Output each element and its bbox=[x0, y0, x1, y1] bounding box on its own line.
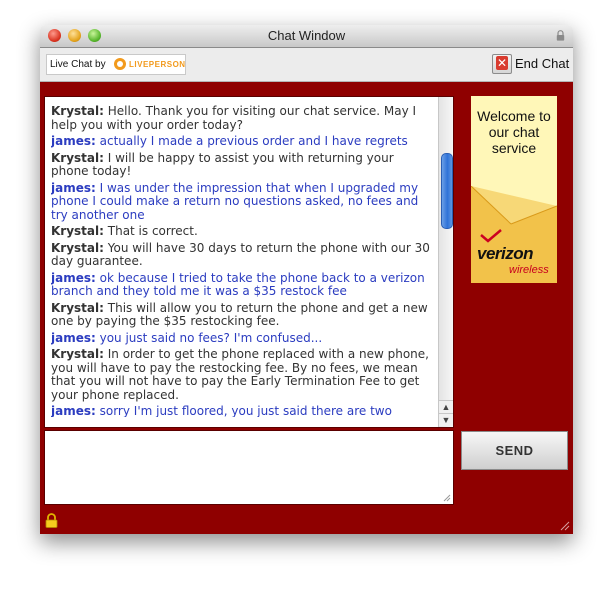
message-speaker: Krystal: bbox=[51, 347, 104, 361]
chat-message: james: sorry I'm just floored, you just … bbox=[51, 404, 435, 417]
chat-message: james: ok because I tried to take the ph… bbox=[51, 270, 435, 299]
chat-message: Krystal: I will be happy to assist you w… bbox=[51, 150, 435, 179]
chat-message: james: actually I made a previous order … bbox=[51, 134, 435, 149]
titlebar-lock-icon bbox=[556, 30, 565, 41]
chat-message: Krystal: That is correct. bbox=[51, 224, 435, 239]
scroll-down-arrow-icon[interactable]: ▼ bbox=[439, 413, 453, 426]
message-speaker: Krystal: bbox=[51, 105, 104, 118]
chat-message: Krystal: In order to get the phone repla… bbox=[51, 347, 435, 402]
message-text: sorry I'm just floored, you just said th… bbox=[95, 404, 392, 417]
chat-transcript[interactable]: Krystal: Hello. Thank you for visiting o… bbox=[44, 96, 454, 428]
close-icon bbox=[492, 54, 512, 74]
chat-message: Krystal: You will have 30 days to return… bbox=[51, 240, 435, 269]
toolbar: Live Chat by LIVEPERSON End Chat bbox=[40, 48, 573, 82]
message-text: actually I made a previous order and I h… bbox=[95, 134, 408, 148]
secure-lock-icon bbox=[45, 513, 58, 528]
scroll-up-arrow-icon[interactable]: ▲ bbox=[439, 400, 453, 413]
message-speaker: Krystal: bbox=[51, 150, 104, 165]
chat-message: Krystal: This will allow you to return t… bbox=[51, 300, 435, 329]
verizon-wireless-label: wireless bbox=[509, 264, 549, 276]
message-speaker: james: bbox=[51, 330, 96, 345]
verizon-ad-banner[interactable]: Welcome to our chat service verizon wire… bbox=[471, 96, 557, 283]
message-input[interactable] bbox=[44, 430, 454, 505]
window-title: Chat Window bbox=[267, 28, 346, 43]
chat-content: Krystal: Hello. Thank you for visiting o… bbox=[40, 82, 573, 534]
verizon-check-icon bbox=[480, 229, 502, 243]
message-speaker: james: bbox=[51, 404, 96, 417]
scroll-thumb[interactable] bbox=[441, 153, 453, 229]
chat-message: james: you just said no fees? I'm confus… bbox=[51, 330, 435, 346]
verizon-logo: verizon bbox=[477, 244, 534, 263]
transcript-messages: Krystal: Hello. Thank you for visiting o… bbox=[51, 105, 435, 417]
window-resize-grip-icon[interactable] bbox=[560, 521, 570, 531]
chat-message: james: I was under the impression that w… bbox=[51, 180, 435, 223]
message-speaker: Krystal: bbox=[51, 300, 104, 315]
transcript-scrollbar[interactable]: ▲ ▼ bbox=[438, 97, 453, 427]
message-text: you just said no fees? I'm confused... bbox=[95, 330, 323, 345]
message-speaker: Krystal: bbox=[51, 240, 104, 255]
chat-window: Chat Window Live Chat by LIVEPERSON End … bbox=[40, 25, 573, 534]
badge-brand: LIVEPERSON bbox=[129, 60, 186, 69]
message-speaker: james: bbox=[51, 134, 96, 148]
send-button[interactable]: SEND bbox=[461, 431, 568, 470]
message-text: I was under the impression that when I u… bbox=[51, 180, 419, 222]
message-text: ok because I tried to take the phone bac… bbox=[51, 270, 425, 298]
message-text: That is correct. bbox=[103, 224, 198, 238]
message-text: This will allow you to return the phone … bbox=[51, 300, 428, 328]
liveperson-logo-icon bbox=[114, 58, 126, 70]
badge-prefix: Live Chat by bbox=[50, 59, 106, 70]
liveperson-badge[interactable]: Live Chat by LIVEPERSON bbox=[46, 54, 186, 75]
message-speaker: james: bbox=[51, 180, 96, 195]
message-text: Hello. Thank you for visiting our chat s… bbox=[51, 105, 417, 132]
input-resize-grip-icon[interactable] bbox=[443, 494, 451, 502]
chat-message: Krystal: Hello. Thank you for visiting o… bbox=[51, 105, 435, 132]
message-text: You will have 30 days to return the phon… bbox=[51, 240, 430, 268]
message-speaker: james: bbox=[51, 270, 96, 285]
message-speaker: Krystal: bbox=[51, 224, 104, 238]
ad-headline: Welcome to our chat service bbox=[477, 108, 551, 156]
message-text: In order to get the phone replaced with … bbox=[51, 347, 429, 402]
end-chat-label: End Chat bbox=[515, 56, 570, 71]
title-bar: Chat Window bbox=[40, 25, 573, 48]
